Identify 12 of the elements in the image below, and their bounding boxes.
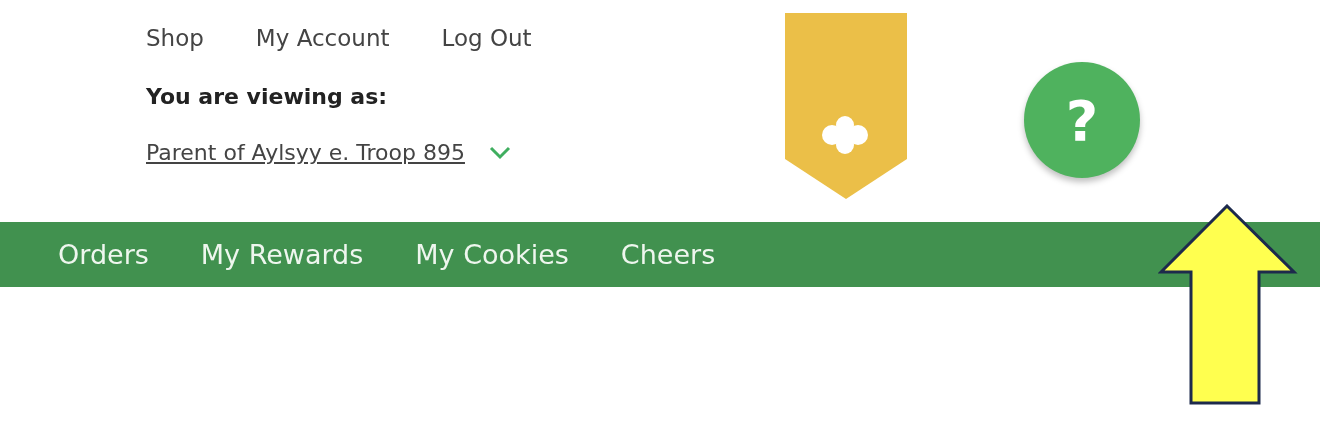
help-button[interactable]: ?: [1024, 62, 1140, 178]
nav-item[interactable]: My Rewards: [200, 239, 364, 270]
account-selector-link[interactable]: Parent of Aylsyy e. Troop 895: [146, 138, 465, 168]
nav-item[interactable]: My Cookies: [415, 239, 569, 270]
viewing-label: You are viewing as:: [146, 83, 389, 111]
nav-item[interactable]: Orders: [58, 239, 149, 270]
header-link[interactable]: Log Out: [441, 20, 532, 56]
trefoil-badge-icon: [785, 13, 907, 199]
nav-item[interactable]: Cheers: [620, 239, 716, 270]
chevron-down-icon[interactable]: [488, 146, 511, 160]
header-link[interactable]: My Account: [255, 20, 390, 56]
header-link[interactable]: Shop: [146, 20, 204, 56]
